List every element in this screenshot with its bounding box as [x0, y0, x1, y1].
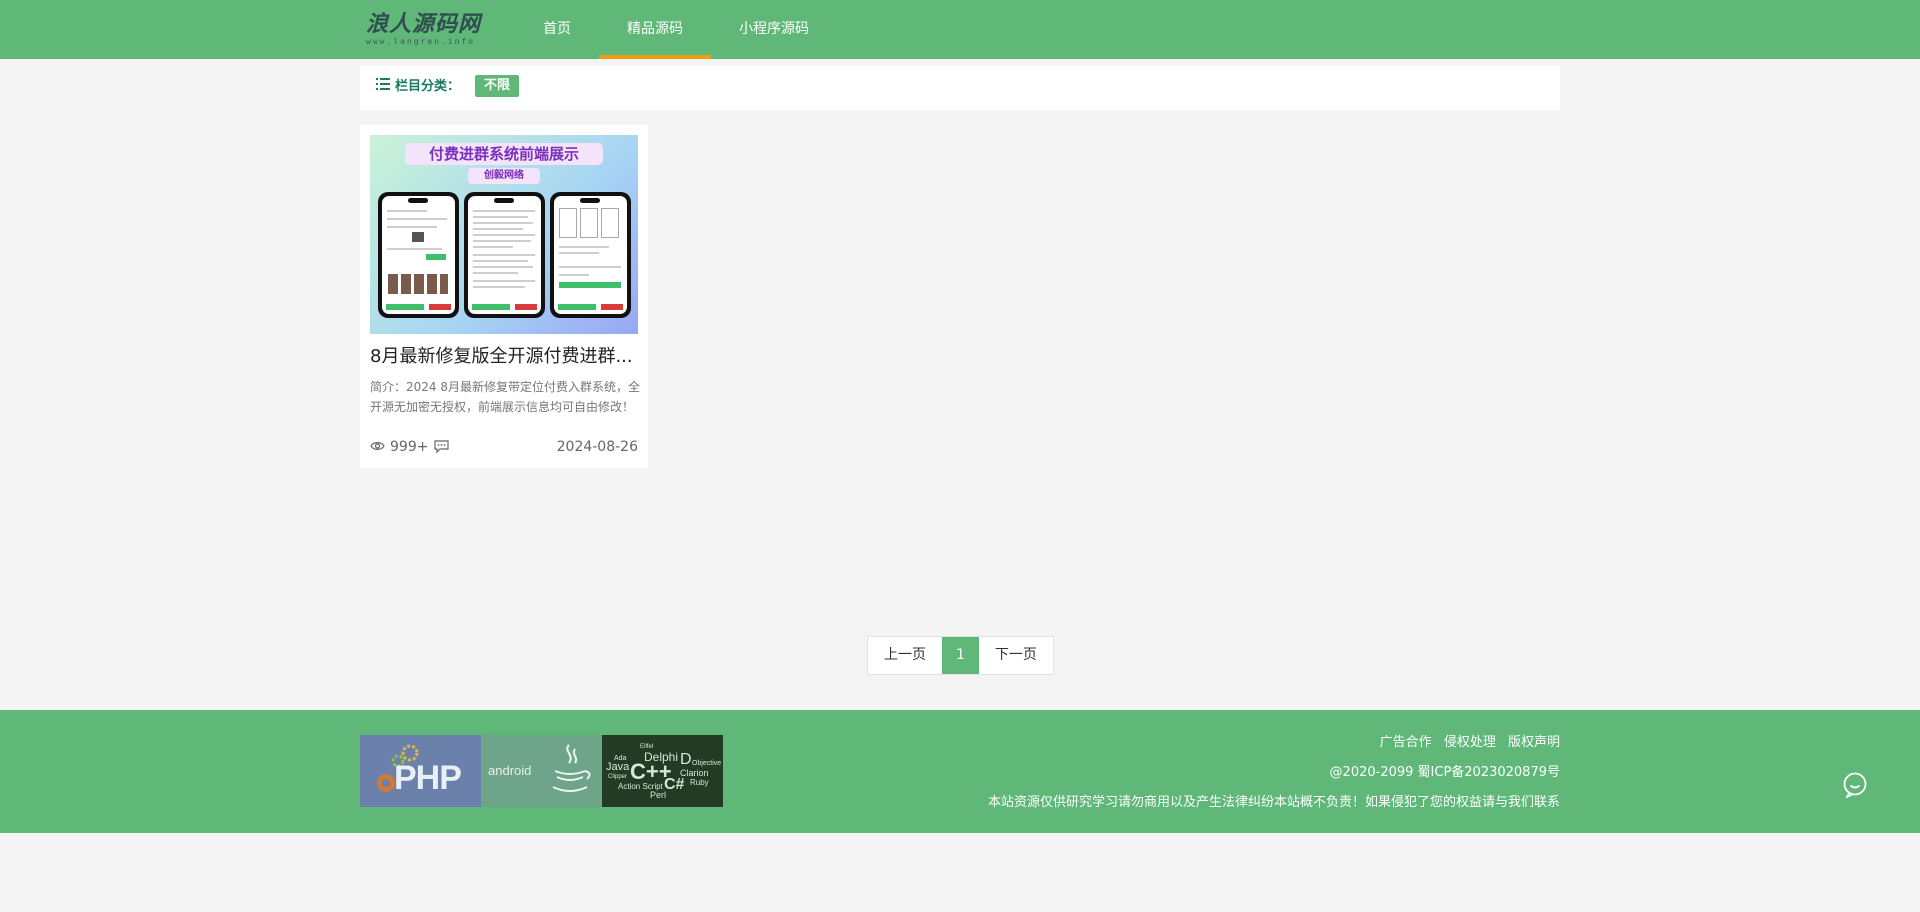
prev-page-button[interactable]: 上一页 — [868, 637, 942, 674]
lang-word: Ruby — [690, 778, 709, 787]
footer-link-copyright[interactable]: 版权声明 — [1508, 735, 1560, 750]
view-count: 999+ — [390, 439, 429, 455]
thumbnail-title: 付费进群系统前端展示 — [405, 143, 603, 165]
phone-mockup — [550, 192, 631, 318]
footer-copyright: @2020-2099 蜀ICP备2023020879号 — [1329, 765, 1560, 780]
lang-word: Clarion — [680, 768, 709, 778]
php-banner-text: PHP — [394, 759, 462, 797]
android-banner-text: android — [488, 763, 532, 778]
footer-banner-images: PHP android Eiffel Delphi Java Ada C++ C… — [360, 735, 723, 807]
footer-link-ads[interactable]: 广告合作 — [1380, 735, 1432, 750]
article-meta: 999+ 2024-08-26 — [370, 437, 638, 457]
current-page[interactable]: 1 — [942, 637, 979, 674]
footer-links: 广告合作 侵权处理 版权声明 — [988, 734, 1560, 752]
next-page-button[interactable]: 下一页 — [979, 637, 1053, 674]
logo-text: 浪人源码网 — [366, 11, 482, 37]
nav-item-home[interactable]: 首页 — [515, 0, 599, 59]
pagination: 上一页 1 下一页 — [867, 636, 1054, 675]
category-bar: 栏目分类： 不限 — [360, 66, 1560, 110]
phone-screen — [554, 196, 627, 314]
chat-bubble-icon[interactable] — [1842, 772, 1868, 798]
main-nav: 首页 精品源码 小程序源码 — [515, 0, 837, 59]
article-thumbnail[interactable]: 付费进群系统前端展示 创毅网络 — [370, 135, 638, 334]
lang-word: Clipper — [608, 774, 628, 780]
footer-disclaimer: 本站资源仅供研究学习请勿商用以及产生法律纠纷本站概不负责！如果侵犯了您的权益请与… — [987, 795, 1560, 810]
site-logo[interactable]: 浪人源码网 www.langren.info — [366, 12, 486, 48]
lang-word: Objective — [692, 760, 722, 767]
category-tag-all[interactable]: 不限 — [475, 75, 520, 97]
article-summary: 简介：2024 8月最新修复带定位付费入群系统，全开源无加密无授权，前端展示信息… — [370, 380, 640, 414]
header-inner: 浪人源码网 www.langren.info 首页 精品源码 小程序源码 — [360, 0, 1560, 59]
phone-screen — [382, 196, 455, 314]
lang-word: C# — [664, 776, 685, 793]
lang-word: Java — [606, 761, 630, 773]
phone-mockup — [464, 192, 545, 318]
programming-languages-banner-image: Eiffel Delphi Java Ada C++ C# Clarion Ob… — [602, 735, 723, 807]
phone-screen — [468, 196, 541, 314]
thumbnail-subtitle: 创毅网络 — [468, 168, 540, 184]
lang-word: D — [680, 751, 692, 768]
footer-info: 广告合作 侵权处理 版权声明 @2020-2099 蜀ICP备202302087… — [988, 734, 1560, 812]
nav-item-premium-source[interactable]: 精品源码 — [599, 0, 711, 59]
php-banner-image: PHP — [360, 735, 481, 807]
list-icon — [376, 78, 390, 90]
site-footer: PHP android Eiffel Delphi Java Ada C++ C… — [0, 710, 1920, 833]
eye-icon — [370, 442, 385, 450]
article-card: 付费进群系统前端展示 创毅网络 8月最新修复版全开源付费进群... 简介：202… — [360, 125, 648, 468]
footer-link-infringement[interactable]: 侵权处理 — [1444, 735, 1496, 750]
nav-item-miniprogram-source[interactable]: 小程序源码 — [711, 0, 837, 59]
lang-word: Ada — [614, 755, 627, 762]
site-header: 浪人源码网 www.langren.info 首页 精品源码 小程序源码 — [0, 0, 1920, 59]
article-title[interactable]: 8月最新修复版全开源付费进群... — [370, 345, 640, 369]
lang-word: Action Script — [618, 782, 663, 791]
phone-mockup — [378, 192, 459, 318]
android-java-banner-image: android — [481, 735, 602, 807]
lang-word: Perl — [650, 790, 667, 800]
category-label: 栏目分类： — [395, 79, 461, 94]
publish-date: 2024-08-26 — [556, 439, 638, 455]
logo-subtext: www.langren.info — [366, 37, 476, 46]
comment-icon[interactable] — [434, 440, 449, 453]
